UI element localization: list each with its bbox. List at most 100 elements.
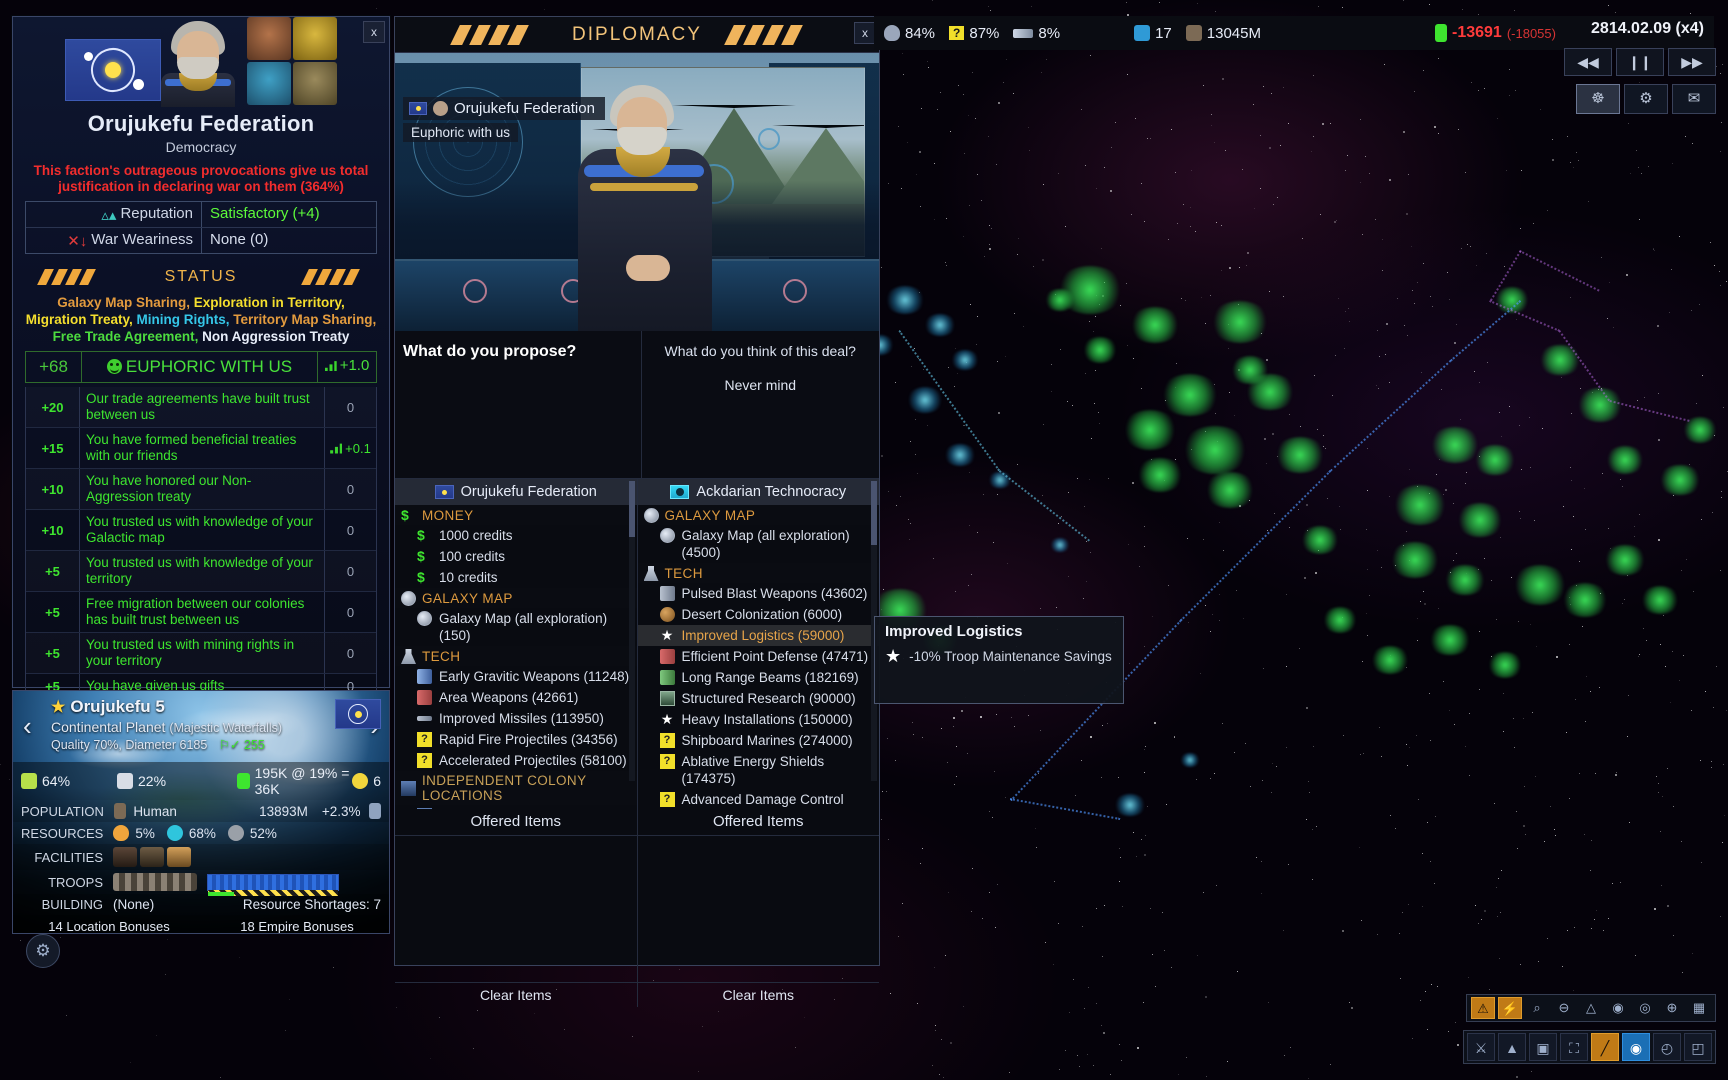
expand-icon[interactable]: ⛶	[1560, 1033, 1588, 1061]
fastforward-icon[interactable]: ▶▶	[1668, 48, 1716, 76]
close-icon[interactable]: x	[363, 21, 385, 43]
unknown-icon: ?	[949, 26, 964, 40]
trade-category-label: MONEY	[422, 508, 474, 523]
troop-strength-bar	[207, 874, 339, 891]
trade-item[interactable]: ?Accelerated Projectiles (58100)	[395, 750, 637, 771]
trade-item-label: Efficient Point Defense (47471)	[682, 648, 869, 665]
speed-controls: ◀◀❙❙▶▶	[1564, 48, 1716, 76]
reason-row[interactable]: +10You trusted us with knowledge of your…	[26, 510, 376, 551]
war-weariness-row: ✕↓War Weariness None (0)	[26, 228, 376, 253]
pause-icon[interactable]: ❙❙	[1616, 48, 1664, 76]
trade-item[interactable]: Efficient Point Defense (47471)	[638, 646, 880, 667]
map-icon[interactable]: ◰	[1684, 1033, 1712, 1061]
trade-item[interactable]: Pulsed Blast Weapons (43602)	[638, 583, 880, 604]
propose-question: What do you propose?	[403, 343, 641, 361]
trade-item[interactable]: Reveal independent colony	[395, 805, 637, 809]
relations-reasons-list[interactable]: +20Our trade agreements have built trust…	[25, 387, 377, 699]
trade-item[interactable]: Improved Missiles (113950)	[395, 708, 637, 729]
trade-item[interactable]: Long Range Beams (182169)	[638, 667, 880, 688]
reason-text: Our trade agreements have built trust be…	[80, 387, 324, 427]
trade-item[interactable]: $100 credits	[395, 546, 637, 567]
eye-icon[interactable]: ◉	[1606, 997, 1630, 1019]
target-icon[interactable]: ⊕	[1660, 997, 1684, 1019]
clock-icon[interactable]: ◴	[1653, 1033, 1681, 1061]
diplomacy-titlebar: DIPLOMACY x	[395, 17, 879, 53]
reason-row[interactable]: +10You have honored our Non-Aggression t…	[26, 469, 376, 510]
close-icon[interactable]: x	[854, 22, 876, 44]
alert-warning-icon[interactable]: ⚠	[1471, 997, 1495, 1019]
trade-item[interactable]: Galaxy Map (all exploration) (4500)	[638, 525, 880, 563]
mood-count-stat: 6	[352, 773, 381, 789]
race-icon-4	[293, 62, 337, 105]
eye-off-icon[interactable]: ◎	[1633, 997, 1657, 1019]
scrollbar-left[interactable]	[629, 481, 635, 781]
war-weariness-label: ✕↓War Weariness	[26, 228, 202, 253]
planet-header: ‹ › ★Orujukefu 5 Continental Planet (Maj…	[13, 691, 389, 756]
clear-items-right-button[interactable]: Clear Items	[638, 983, 880, 1007]
trade-item[interactable]: ?Advanced Damage Control	[638, 789, 880, 809]
money-icon: $	[417, 570, 432, 585]
reason-row[interactable]: +5You trusted us with knowledge of your …	[26, 551, 376, 592]
mail-icon[interactable]: ✉	[1672, 84, 1716, 114]
empire-icon[interactable]: ☸	[1576, 84, 1620, 114]
research-icon[interactable]: ⚙	[1624, 84, 1668, 114]
trade-item[interactable]: ?Ablative Energy Shields (174375)	[638, 751, 880, 789]
trade-item[interactable]: Desert Colonization (6000)	[638, 604, 880, 625]
offered-right-area[interactable]	[638, 836, 880, 982]
alert-danger-icon[interactable]: ⚡	[1498, 997, 1522, 1019]
facility-icon-3[interactable]	[167, 847, 191, 867]
partner-name-tag: Orujukefu Federation	[403, 97, 605, 120]
planet-quality-value: 255	[244, 738, 265, 752]
trade-item-label: Reveal independent colony	[439, 807, 602, 809]
selected-planet-panel[interactable]: ‹ › ★Orujukefu 5 Continental Planet (Maj…	[12, 690, 390, 934]
trade-column-left: Orujukefu Federation $MONEY$1000 credits…	[395, 479, 638, 809]
trade-item[interactable]: $10 credits	[395, 567, 637, 588]
trade-item[interactable]: Structured Research (90000)	[638, 688, 880, 709]
never-mind-button[interactable]: Never mind	[642, 377, 880, 393]
console-button-1-icon	[463, 279, 487, 303]
trade-right-items[interactable]: GALAXY MAPGalaxy Map (all exploration) (…	[638, 505, 880, 809]
location-bonuses[interactable]: 14 Location Bonuses	[48, 919, 169, 934]
ruler-icon[interactable]: ╱	[1591, 1033, 1619, 1061]
base-icon[interactable]: ▣	[1529, 1033, 1557, 1061]
trade-category-label: TECH	[422, 649, 460, 664]
ship-icon[interactable]: ▲	[1498, 1033, 1526, 1061]
trade-item[interactable]: ?Rapid Fire Projectiles (34356)	[395, 729, 637, 750]
star-icon: ★	[660, 628, 675, 643]
reason-trend: 0	[324, 510, 376, 550]
facility-icon-1[interactable]	[113, 847, 137, 867]
trade-left-items[interactable]: $ MONEY $1000 credits$100 credits$10 credi…	[395, 505, 637, 809]
fleet-icon[interactable]: ⚔	[1467, 1033, 1495, 1061]
trade-item[interactable]: ★Improved Logistics (59000)	[638, 625, 880, 646]
grid-icon[interactable]: ▦	[1687, 997, 1711, 1019]
filter-range-icon[interactable]: △	[1579, 997, 1603, 1019]
offered-items-area[interactable]	[395, 835, 879, 983]
zoom-in-icon[interactable]: ⌕	[1525, 997, 1549, 1019]
trade-item[interactable]: ?Shipboard Marines (274000)	[638, 730, 880, 751]
trade-item[interactable]: Early Gravitic Weapons (11248)	[395, 666, 637, 687]
population-race: Human	[133, 804, 250, 819]
trade-item[interactable]: $1000 credits	[395, 525, 637, 546]
prev-planet-button[interactable]: ‹	[23, 713, 32, 739]
reason-row[interactable]: +15You have formed beneficial treaties w…	[26, 428, 376, 469]
reason-row[interactable]: +5Free migration between our colonies ha…	[26, 592, 376, 633]
offered-left-label: Offered Items	[395, 809, 638, 835]
trade-item[interactable]: ★Heavy Installations (150000)	[638, 709, 880, 730]
reason-value: +20	[26, 387, 80, 427]
offered-left-area[interactable]	[395, 836, 638, 982]
clear-items-row: Clear Items Clear Items	[395, 983, 879, 1007]
reason-row[interactable]: +20Our trade agreements have built trust…	[26, 387, 376, 428]
clear-items-left-button[interactable]: Clear Items	[395, 983, 638, 1007]
gear-icon[interactable]: ⚙	[26, 934, 60, 968]
map-tools-toolbar: ⚔▲▣⛶╱◉◴◰	[1463, 1030, 1716, 1064]
trade-item[interactable]: Galaxy Map (all exploration) (150)	[395, 608, 637, 646]
rewind-icon[interactable]: ◀◀	[1564, 48, 1612, 76]
building-icon	[660, 691, 675, 706]
facility-icon-2[interactable]	[140, 847, 164, 867]
empire-bonuses[interactable]: 18 Empire Bonuses	[240, 919, 353, 934]
trade-item[interactable]: Area Weapons (42661)	[395, 687, 637, 708]
planet-select-icon[interactable]: ◉	[1622, 1033, 1650, 1061]
reason-row[interactable]: +5You trusted us with mining rights in y…	[26, 633, 376, 674]
zoom-out-icon[interactable]: ⊖	[1552, 997, 1576, 1019]
planet-trait: (Majestic Waterfalls)	[169, 721, 282, 735]
